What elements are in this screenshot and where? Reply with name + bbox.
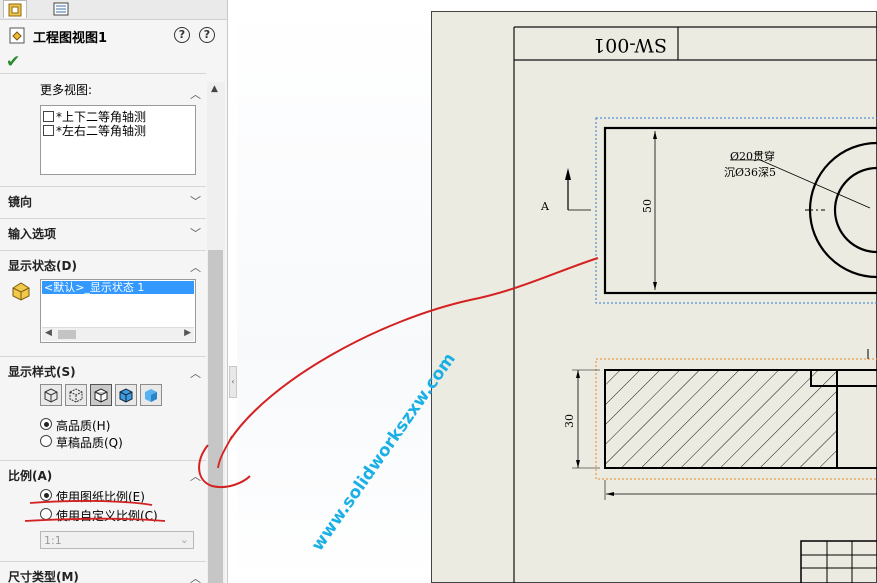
watermark-text: www.solidworkszxw.com bbox=[308, 349, 460, 554]
section-label: A bbox=[540, 200, 550, 213]
title-block-text: SW-001 bbox=[593, 34, 667, 56]
counterbore-circle[interactable] bbox=[808, 141, 877, 279]
annotation-underline bbox=[24, 517, 166, 522]
dimension-30[interactable]: 30 bbox=[563, 414, 576, 428]
hole-note-line-2: 沉Ø36深5 bbox=[724, 166, 776, 179]
drawing-canvas: SW-001 Ø20贯穿 沉Ø36深5 50 A 30 www.solidwor… bbox=[24, 26, 877, 583]
dimension-50[interactable]: 50 bbox=[641, 199, 654, 213]
annotation-stroke bbox=[217, 435, 233, 469]
hole-note-line-1: Ø20贯穿 bbox=[730, 149, 775, 163]
section-hatch[interactable] bbox=[604, 369, 838, 469]
section-arrow-icon bbox=[565, 168, 571, 180]
through-hole-circle[interactable] bbox=[833, 166, 877, 254]
annotation-underline bbox=[29, 500, 153, 506]
title-block-table bbox=[800, 540, 877, 583]
